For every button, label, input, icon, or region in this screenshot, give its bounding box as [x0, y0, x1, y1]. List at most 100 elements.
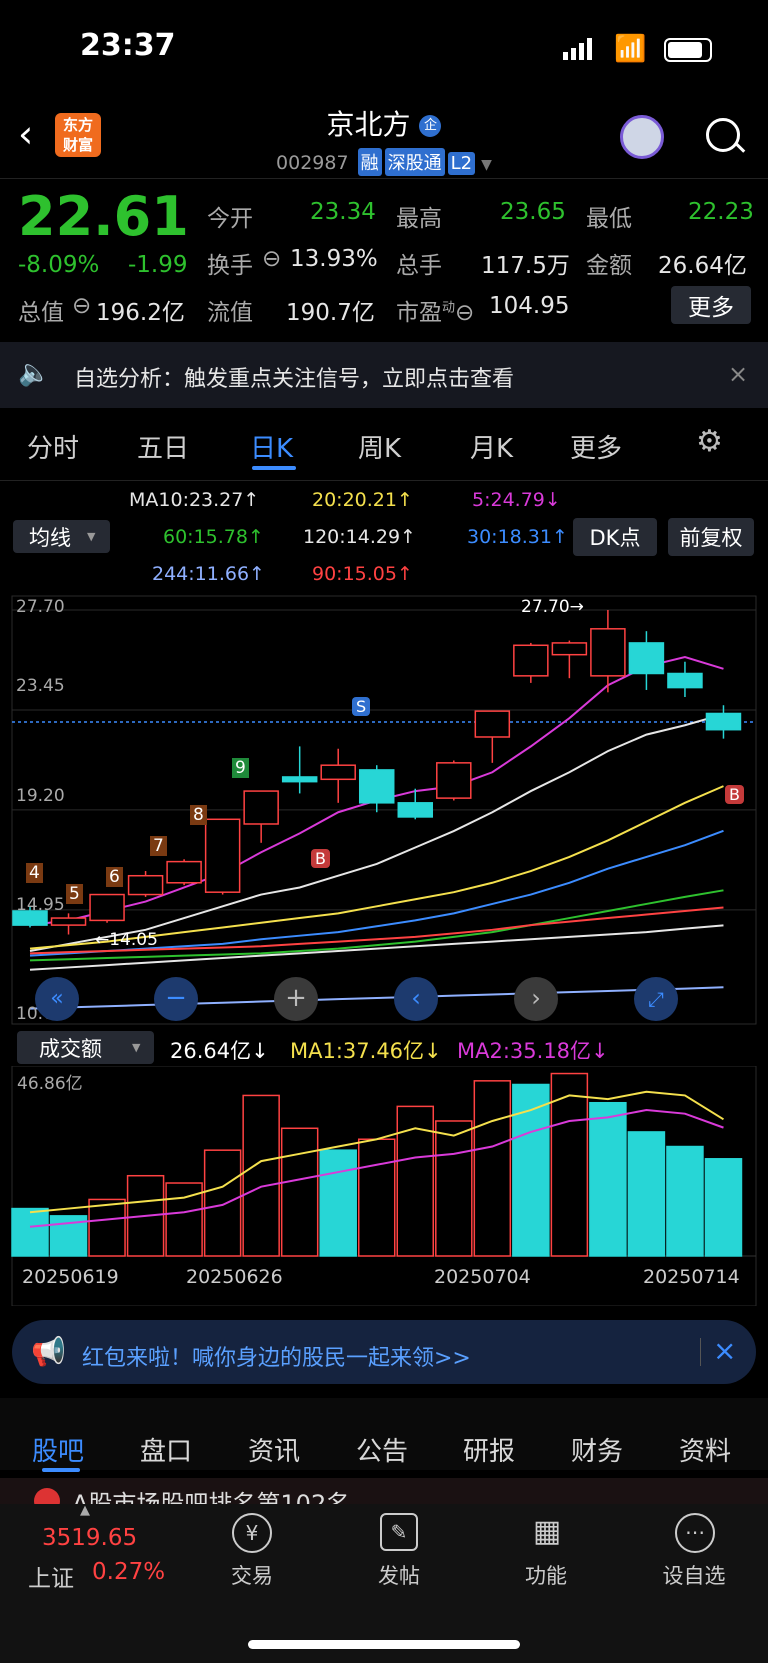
zoom-out-button[interactable]: − [154, 977, 198, 1021]
tab-finance[interactable]: 财务 [571, 1431, 623, 1468]
tab-weekly[interactable]: 周K [358, 428, 401, 465]
candle [320, 764, 356, 781]
value-open: 23.34 [310, 199, 376, 225]
volume-bar [280, 1127, 319, 1257]
candle [397, 802, 434, 818]
change-amount: -1.99 [128, 252, 188, 278]
candle [590, 628, 626, 677]
ylabel-3: 19.20 [16, 786, 65, 806]
candle [166, 860, 202, 884]
label-open: 今开 [207, 206, 253, 232]
index-up-icon: ▲ [80, 1503, 90, 1518]
ma-line-244 [29, 986, 724, 1010]
scroll-right-button[interactable]: › [514, 977, 558, 1021]
candle [436, 762, 472, 799]
nav-add-watchlist[interactable]: 设自选 [634, 1560, 754, 1590]
ma120-label: 120:14.29↑ [303, 526, 416, 548]
tab-announcement[interactable]: 公告 [356, 1431, 408, 1468]
close-icon[interactable]: × [728, 360, 748, 388]
scroll-left-fast-button[interactable]: « [35, 977, 79, 1021]
ma5-label: 5:24.79↓ [472, 489, 561, 511]
dk-button[interactable]: DK点 [573, 518, 657, 556]
ma-line-10 [29, 713, 724, 952]
tab-daily[interactable]: 日K [250, 428, 293, 465]
chevron-down-icon[interactable]: ▼ [481, 157, 492, 173]
speaker-icon: 🔈 [18, 358, 51, 388]
volume-bar [88, 1198, 126, 1257]
grid-icon[interactable]: ▦ [528, 1513, 566, 1551]
tab-monthly[interactable]: 月K [470, 428, 513, 465]
gear-icon[interactable]: ⚙ [696, 424, 723, 459]
label-volume: 总手 [396, 253, 442, 279]
wifi-icon: 📶 [614, 34, 647, 64]
tab-guba[interactable]: 股吧 [32, 1431, 84, 1468]
fq-button[interactable]: 前复权 [668, 518, 754, 556]
tab-news[interactable]: 资讯 [248, 1431, 300, 1468]
value-low: 22.23 [688, 199, 754, 225]
tab-more[interactable]: 更多 [570, 428, 622, 465]
index-value[interactable]: 3519.65 [42, 1525, 137, 1551]
info-icon[interactable]: ⊖ [72, 293, 91, 319]
volume-bar [435, 1120, 473, 1257]
candle [204, 818, 241, 893]
robot-assistant-icon[interactable] [620, 115, 664, 159]
trade-icon[interactable]: ¥ [232, 1513, 272, 1553]
megaphone-icon: 📢 [31, 1335, 66, 1368]
volume-selector-label: 成交额 [39, 1036, 102, 1061]
candle [358, 769, 395, 804]
tab-pankou[interactable]: 盘口 [140, 1431, 192, 1468]
candle [89, 893, 125, 922]
ylabel-2: 23.45 [16, 676, 65, 696]
scroll-left-button[interactable]: ‹ [394, 977, 438, 1021]
label-pe-text: 市盈 [396, 300, 442, 326]
volume-bar [704, 1158, 743, 1257]
value-amount: 26.64亿 [658, 253, 747, 279]
fullscreen-icon[interactable]: ⤢ [634, 977, 678, 1021]
nav-trade[interactable]: 交易 [192, 1560, 312, 1590]
enterprise-icon: 企 [419, 115, 442, 137]
tab-research[interactable]: 研报 [463, 1431, 515, 1468]
index-change[interactable]: 0.27% [92, 1559, 165, 1585]
index-name[interactable]: 上证 [28, 1559, 74, 1593]
volume-bar [319, 1149, 357, 1257]
more-circle-icon[interactable]: ⋯ [675, 1513, 715, 1553]
min-price-label: ←14.05 [95, 930, 158, 950]
post-icon[interactable]: ✎ [380, 1513, 418, 1551]
buy-marker[interactable]: B [725, 785, 744, 804]
seq-marker-5: 5 [66, 884, 83, 904]
kline-chart[interactable] [0, 590, 768, 1030]
search-icon[interactable] [706, 118, 740, 152]
tab-5day[interactable]: 五日 [137, 428, 189, 465]
ylabel-top: 27.70 [16, 597, 65, 617]
more-button[interactable]: 更多 [671, 286, 751, 324]
candle [705, 712, 742, 731]
ma-selector[interactable]: 均线 ▼ [13, 520, 110, 553]
value-volume: 117.5万 [481, 253, 570, 279]
tab-underline [42, 1468, 80, 1472]
vol-ma1-label: MA1:37.46亿↓ [290, 1039, 442, 1063]
value-turnover: 13.93% [290, 246, 378, 272]
chevron-down-icon: ▼ [87, 530, 96, 543]
sell-marker[interactable]: S [352, 697, 371, 716]
close-icon[interactable]: × [713, 1334, 736, 1367]
candle [243, 790, 279, 825]
ma90-label: 90:15.05↑ [312, 563, 413, 585]
ma20-label: 20:20.21↑ [312, 489, 413, 511]
info-icon[interactable]: ⊖ [262, 246, 281, 272]
volume-selector[interactable]: 成交额 ▼ [17, 1031, 154, 1064]
promo-text[interactable]: 红包来啦！喊你身边的股民一起来领>> [82, 1340, 471, 1372]
tab-profile[interactable]: 资料 [679, 1431, 731, 1468]
buy-marker[interactable]: B [311, 849, 330, 868]
nav-post[interactable]: 发帖 [339, 1560, 459, 1590]
volume-bar [357, 1138, 396, 1257]
stock-name: 京北方 [326, 108, 411, 141]
nav-function[interactable]: 功能 [486, 1560, 606, 1590]
notice-text[interactable]: 自选分析：触发重点关注信号，立即点击查看 [74, 361, 514, 393]
tab-intraday[interactable]: 分时 [27, 428, 79, 465]
zoom-in-button[interactable]: + [274, 977, 318, 1021]
label-pe-sup: 动 [442, 300, 456, 316]
ma-selector-label: 均线 [29, 525, 71, 550]
promo-divider [700, 1338, 701, 1366]
volume-bar [11, 1207, 49, 1257]
ranking-line[interactable]: A股市场股吧排名第102名 [0, 1478, 768, 1504]
